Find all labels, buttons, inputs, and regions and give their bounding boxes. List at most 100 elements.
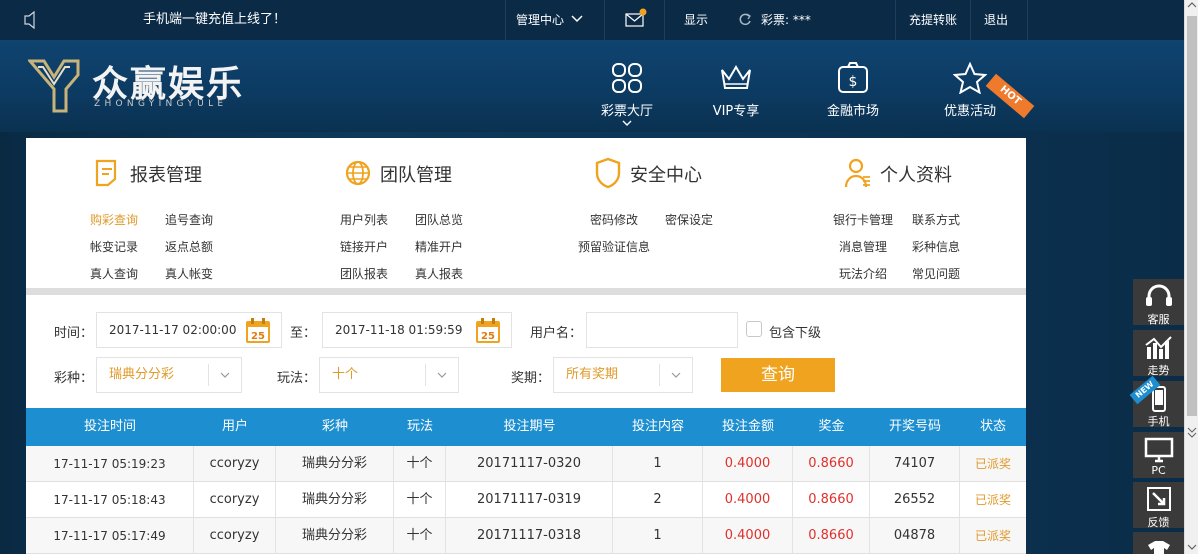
link-link-signup[interactable]: 链接开户: [340, 238, 388, 255]
link-purchase-query[interactable]: 购彩查询: [90, 211, 138, 228]
column-header[interactable]: 投注金额: [703, 408, 793, 446]
link-play-intro[interactable]: 玩法介绍: [839, 265, 887, 282]
deposit-transfer-link[interactable]: 充提转账: [909, 0, 957, 40]
start-time-input[interactable]: 2017-11-17 02:00:00 25: [96, 312, 282, 348]
bet-status[interactable]: 已派奖: [960, 446, 1026, 481]
category-title: 安全中心: [630, 165, 702, 186]
username-input[interactable]: [586, 312, 738, 348]
play-type-label: 玩法：: [277, 371, 317, 386]
table-row[interactable]: 17-11-17 05:17:49 ccoryzy 瑞典分分彩 十个 20171…: [26, 518, 1026, 554]
column-header[interactable]: 投注期号: [446, 408, 613, 446]
period-value: 所有奖期: [566, 367, 619, 382]
calendar-day: 25: [481, 331, 495, 342]
bet-period: 20171117-0320: [446, 446, 613, 481]
column-header[interactable]: 奖金: [793, 408, 870, 446]
link-chase-query[interactable]: 追号查询: [165, 211, 213, 228]
category-title: 团队管理: [380, 165, 452, 186]
table-header: 投注时间 用户 彩种 玩法 投注期号 投注内容 投注金额 奖金 开奖号码 状态: [26, 408, 1026, 446]
column-header[interactable]: 投注时间: [26, 408, 194, 446]
vertical-scrollbar[interactable]: [1184, 0, 1198, 554]
logo-subtitle: ZHONGYINGYULE: [94, 99, 228, 109]
main-panel: 报表管理 购彩查询 追号查询 帐变记录 返点总额 真人查询 真人帐变 团队管理 …: [26, 138, 1026, 554]
link-messages[interactable]: 消息管理: [839, 238, 887, 255]
show-balance-button[interactable]: 显示: [684, 0, 708, 40]
money-bag-icon: $: [838, 62, 868, 93]
bet-status[interactable]: 已派奖: [960, 518, 1026, 553]
link-bank-card[interactable]: 银行卡管理: [833, 211, 893, 228]
category-title: 个人资料: [880, 165, 952, 186]
period-select[interactable]: 所有奖期: [553, 357, 693, 393]
link-team-report[interactable]: 团队报表: [340, 265, 388, 282]
link-live-report[interactable]: 真人报表: [415, 265, 463, 282]
column-header[interactable]: 状态: [960, 408, 1026, 446]
column-header[interactable]: 开奖号码: [870, 408, 960, 446]
side-customer-service[interactable]: 客服: [1133, 279, 1184, 326]
divider: [26, 288, 1026, 295]
column-header[interactable]: 彩种: [276, 408, 394, 446]
nav-vip[interactable]: VIP专享: [686, 62, 786, 119]
document-icon: [95, 159, 117, 187]
calendar-icon[interactable]: 25: [475, 318, 501, 344]
link-lottery-info[interactable]: 彩种信息: [912, 238, 960, 255]
bet-content: 2: [613, 482, 703, 517]
manage-center-menu[interactable]: 管理中心: [516, 0, 583, 40]
link-security-question[interactable]: 密保设定: [665, 211, 713, 228]
bet-time: 17-11-17 05:17:49: [26, 518, 194, 553]
chevron-down-icon: [671, 372, 681, 378]
shield-icon: [595, 157, 621, 189]
column-header[interactable]: 玩法: [394, 408, 446, 446]
side-feedback[interactable]: 反馈: [1133, 482, 1184, 529]
refresh-icon[interactable]: [738, 0, 752, 40]
bet-prize: 0.8660: [793, 482, 870, 517]
link-live-changes[interactable]: 真人帐变: [165, 265, 213, 282]
column-header[interactable]: 用户: [194, 408, 276, 446]
calendar-icon[interactable]: 25: [245, 318, 271, 344]
user-icon: [844, 158, 870, 188]
calendar-day: 25: [251, 331, 265, 342]
category-title: 报表管理: [130, 165, 202, 186]
column-header[interactable]: 投注内容: [613, 408, 703, 446]
start-time-value: 2017-11-17 02:00:00: [109, 323, 237, 337]
play-type-select[interactable]: 十个: [319, 357, 459, 393]
bet-status[interactable]: 已派奖: [960, 482, 1026, 517]
nav-finance[interactable]: $ 金融市场: [803, 62, 903, 119]
bet-prize: 0.8660: [793, 446, 870, 481]
link-account-changes[interactable]: 帐变记录: [90, 238, 138, 255]
link-contact[interactable]: 联系方式: [912, 211, 960, 228]
side-pc[interactable]: PC: [1133, 432, 1184, 478]
lottery-balance: 彩票: ***: [761, 13, 811, 27]
crown-icon: [721, 65, 751, 89]
include-sub-checkbox[interactable]: [746, 321, 762, 337]
chevron-down-icon: [220, 372, 230, 378]
link-change-password[interactable]: 密码修改: [590, 211, 638, 228]
link-live-query[interactable]: 真人查询: [90, 265, 138, 282]
link-reserved-verification[interactable]: 预留验证信息: [578, 238, 650, 255]
side-label: 手机: [1147, 415, 1170, 428]
shirt-icon: [1147, 541, 1170, 554]
link-faq[interactable]: 常见问题: [912, 265, 960, 282]
nav-label: 金融市场: [826, 104, 879, 119]
end-time-input[interactable]: 2017-11-18 01:59:59 25: [322, 312, 512, 348]
lottery-type-value: 瑞典分分彩: [109, 367, 175, 382]
grid-icon: [612, 63, 642, 93]
logout-link[interactable]: 退出: [984, 0, 1008, 40]
lottery-type-label: 彩种：: [54, 371, 94, 386]
link-precise-signup[interactable]: 精准开户: [415, 238, 463, 255]
mail-icon[interactable]: [625, 0, 647, 40]
query-button[interactable]: 查询: [721, 358, 835, 392]
link-user-list[interactable]: 用户列表: [340, 211, 388, 228]
site-logo[interactable]: 众赢娱乐 ZHONGYINGYULE: [28, 55, 268, 115]
table-row[interactable]: 17-11-17 05:19:23 ccoryzy 瑞典分分彩 十个 20171…: [26, 446, 1026, 482]
side-shirt[interactable]: [1133, 532, 1184, 554]
side-label: 走势: [1147, 364, 1170, 377]
bet-prize: 0.8660: [793, 518, 870, 553]
nav-lottery-hall[interactable]: 彩票大厅: [577, 62, 677, 133]
main-header: 众赢娱乐 ZHONGYINGYULE 彩票大厅 VIP专享 $ 金融市场 优惠活…: [0, 40, 1184, 132]
play-type-value: 十个: [332, 367, 359, 382]
lottery-type-select[interactable]: 瑞典分分彩: [96, 357, 242, 393]
side-trend[interactable]: 走势: [1133, 330, 1184, 377]
link-rebate-total[interactable]: 返点总额: [165, 238, 213, 255]
link-team-overview[interactable]: 团队总览: [415, 211, 463, 228]
announcement-text[interactable]: 手机端一键充值上线了！: [143, 0, 286, 40]
table-row[interactable]: 17-11-17 05:18:43 ccoryzy 瑞典分分彩 十个 20171…: [26, 482, 1026, 518]
